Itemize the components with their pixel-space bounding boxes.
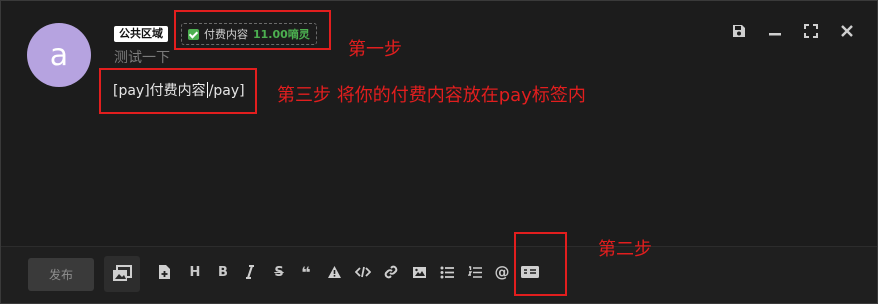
step3-label: 第三步 将你的付费内容放在pay标签内: [277, 85, 586, 106]
step2-highlight-box: [514, 232, 567, 296]
editor-placeholder: 测试一下: [114, 50, 170, 66]
quote-icon[interactable]: ❝: [298, 262, 314, 282]
publish-button[interactable]: 发布: [28, 258, 94, 291]
step2-label: 第二步: [598, 239, 652, 260]
heading-icon[interactable]: H: [187, 262, 203, 282]
step1-highlight-box: [174, 10, 331, 50]
fullscreen-icon[interactable]: [803, 23, 819, 39]
minimize-icon[interactable]: [767, 23, 783, 39]
numbered-list-icon[interactable]: [467, 262, 483, 282]
avatar: a: [27, 23, 91, 87]
image-gallery-icon[interactable]: [104, 256, 140, 292]
bullet-list-icon[interactable]: [439, 262, 455, 282]
window-controls: [731, 23, 855, 39]
step1-label: 第一步: [348, 39, 402, 60]
step3-highlight-box: [99, 68, 257, 114]
warning-icon[interactable]: [326, 262, 342, 282]
strikethrough-icon[interactable]: S: [271, 262, 287, 282]
visibility-badge[interactable]: 公共区域: [114, 26, 168, 42]
italic-icon[interactable]: [242, 262, 258, 282]
close-icon[interactable]: [839, 23, 855, 39]
add-file-icon[interactable]: [156, 262, 172, 282]
save-icon[interactable]: [731, 23, 747, 39]
editor-toolbar: 发布 H B S ❝ @: [1, 247, 877, 303]
composer-window: a 公共区域 付费内容 11.00嘀灵 测试一下 [pay]付费内容/pay] …: [0, 0, 878, 304]
mention-icon[interactable]: @: [494, 262, 510, 282]
bold-icon[interactable]: B: [215, 262, 231, 282]
code-icon[interactable]: [355, 262, 371, 282]
image-icon[interactable]: [411, 262, 427, 282]
link-icon[interactable]: [383, 262, 399, 282]
avatar-letter: a: [49, 37, 69, 73]
